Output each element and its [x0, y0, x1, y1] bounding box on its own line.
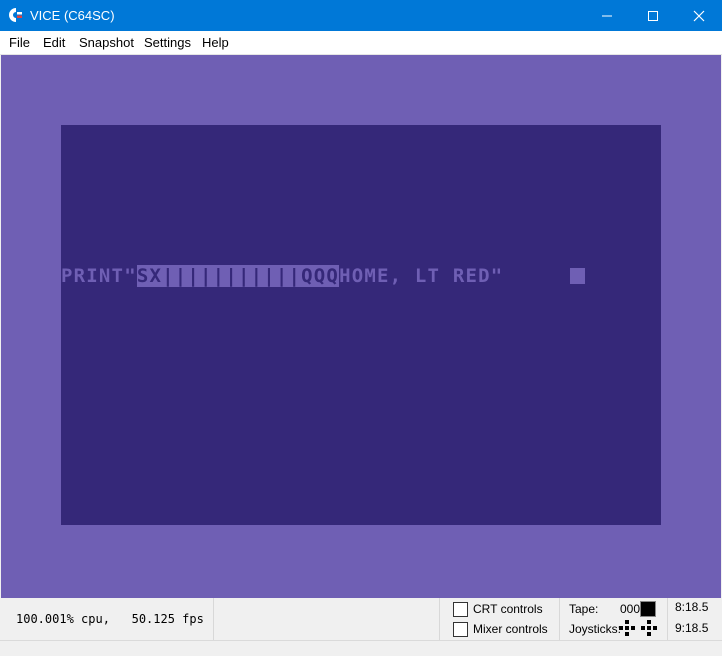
status-divider	[439, 598, 440, 640]
status-divider	[667, 598, 668, 640]
tape-counter: 000	[620, 602, 641, 616]
commodore-logo-icon	[9, 7, 23, 23]
drive-8-status: 8:18.5	[675, 600, 709, 614]
maximize-button[interactable]	[630, 0, 676, 31]
maximize-icon	[648, 10, 658, 21]
joysticks-label: Joysticks:	[569, 622, 622, 636]
status-bar: 100.001% cpu, 50.125 fps CRT controls Mi…	[0, 598, 722, 656]
basic-print-line: PRINT"SX|||||||||||QQQHOME, LT RED"	[61, 262, 503, 290]
tape-stop-icon[interactable]	[640, 601, 656, 617]
mixer-controls-checkbox[interactable]	[453, 622, 468, 637]
crt-controls-label[interactable]: CRT controls	[473, 602, 543, 616]
fps-value: 50.125 fps	[131, 612, 204, 626]
text-cursor	[570, 268, 585, 284]
status-bottom-divider	[0, 640, 722, 641]
cpu-usage: 100.001% cpu,	[16, 612, 110, 626]
basic-line-reversed: SX|||||||||||QQQ	[136, 265, 340, 287]
status-divider	[213, 598, 214, 640]
menu-edit[interactable]: Edit	[43, 35, 65, 50]
basic-line-prefix: PRINT"	[61, 265, 137, 287]
drive-9-status: 9:18.5	[675, 621, 709, 635]
menu-file[interactable]: File	[9, 35, 30, 50]
title-bar: VICE (C64SC)	[0, 0, 722, 31]
minimize-icon	[602, 15, 612, 16]
window-title: VICE (C64SC)	[30, 8, 115, 23]
crt-controls-checkbox[interactable]	[453, 602, 468, 617]
basic-line-suffix: HOME, LT RED"	[339, 265, 504, 287]
status-divider	[559, 598, 560, 640]
minimize-button[interactable]	[584, 0, 630, 31]
menu-settings[interactable]: Settings	[144, 35, 191, 50]
mixer-controls-label[interactable]: Mixer controls	[473, 622, 548, 636]
menu-snapshot[interactable]: Snapshot	[79, 35, 134, 50]
menu-help[interactable]: Help	[202, 35, 229, 50]
speed-readout: 100.001% cpu, 50.125 fps	[16, 612, 204, 626]
tape-label: Tape:	[569, 602, 599, 616]
emulator-screen[interactable]	[61, 125, 661, 525]
close-icon	[693, 10, 705, 21]
menu-bar: File Edit Snapshot Settings Help	[0, 31, 722, 55]
close-button[interactable]	[676, 0, 722, 31]
joystick-indicators-icon	[619, 620, 657, 636]
